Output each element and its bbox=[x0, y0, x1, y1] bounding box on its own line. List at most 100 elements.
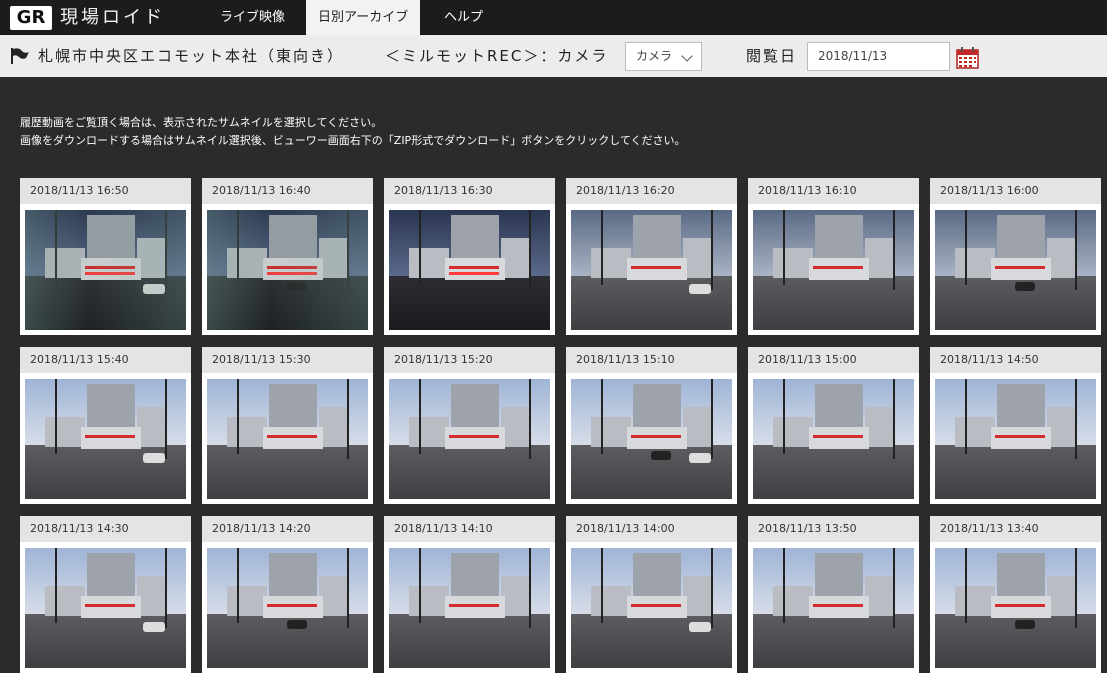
thumbnail-scene-shape bbox=[263, 596, 323, 618]
thumbnail-scene-shape bbox=[501, 576, 529, 616]
thumbnail-scene-shape bbox=[965, 379, 967, 454]
thumbnail-image[interactable] bbox=[753, 548, 914, 668]
thumbnail-card[interactable]: 2018/11/13 13:50 bbox=[748, 516, 919, 673]
thumbnail-image[interactable] bbox=[935, 210, 1096, 330]
thumbnail-scene-shape bbox=[591, 248, 631, 278]
thumbnail-scene-shape bbox=[995, 435, 1045, 438]
thumbnail-image[interactable] bbox=[571, 379, 732, 499]
thumbnail-image[interactable] bbox=[389, 210, 550, 330]
thumbnail-scene-shape bbox=[207, 210, 368, 330]
calendar-icon[interactable] bbox=[956, 47, 979, 69]
thumbnail-image[interactable] bbox=[389, 379, 550, 499]
thumbnail-scene-shape bbox=[651, 451, 671, 460]
thumbnail-scene-shape bbox=[601, 379, 603, 454]
thumbnail-scene-shape bbox=[809, 427, 869, 449]
thumbnail-card[interactable]: 2018/11/13 16:30 bbox=[384, 178, 555, 335]
thumbnail-image[interactable] bbox=[389, 548, 550, 668]
thumbnail-card[interactable]: 2018/11/13 15:40 bbox=[20, 347, 191, 504]
tab-help[interactable]: ヘルプ bbox=[432, 0, 495, 35]
thumbnail-scene-shape bbox=[389, 445, 550, 499]
thumbnail-card[interactable]: 2018/11/13 16:40 bbox=[202, 178, 373, 335]
thumbnail-card[interactable]: 2018/11/13 14:20 bbox=[202, 516, 373, 673]
thumbnail-image[interactable] bbox=[753, 379, 914, 499]
thumbnail-scene-shape bbox=[143, 453, 165, 463]
date-field[interactable]: 2018/11/13 bbox=[807, 42, 950, 71]
thumbnail-scene-shape bbox=[813, 604, 863, 607]
thumbnail-scene-shape bbox=[683, 576, 711, 616]
thumbnail-card[interactable]: 2018/11/13 14:10 bbox=[384, 516, 555, 673]
thumbnail-scene-shape bbox=[207, 445, 368, 499]
thumbnail-scene-shape bbox=[711, 548, 713, 628]
thumbnail-image[interactable] bbox=[571, 210, 732, 330]
thumbnail-image[interactable] bbox=[25, 548, 186, 668]
thumbnail-image[interactable] bbox=[207, 210, 368, 330]
thumbnail-image[interactable] bbox=[207, 379, 368, 499]
thumbnail-scene-shape bbox=[263, 427, 323, 449]
location-name: 札幌市中央区エコモット本社（東向き） bbox=[38, 47, 345, 65]
thumbnail-image[interactable] bbox=[571, 548, 732, 668]
thumbnail-scene-shape bbox=[773, 586, 813, 616]
thumbnail-scene-shape bbox=[683, 407, 711, 447]
thumbnail-card[interactable]: 2018/11/13 16:00 bbox=[930, 178, 1101, 335]
thumbnail-scene-shape bbox=[449, 266, 499, 269]
thumbnail-card[interactable]: 2018/11/13 13:40 bbox=[930, 516, 1101, 673]
thumbnail-scene-shape bbox=[753, 614, 914, 668]
thumbnail-scene-shape bbox=[991, 427, 1051, 449]
thumbnail-card[interactable]: 2018/11/13 14:00 bbox=[566, 516, 737, 673]
thumbnail-image[interactable] bbox=[935, 379, 1096, 499]
thumbnail-scene-shape bbox=[711, 379, 713, 459]
thumbnail-scene-shape bbox=[419, 548, 421, 623]
thumbnail-scene-shape bbox=[445, 258, 505, 280]
thumbnail-card[interactable]: 2018/11/13 14:30 bbox=[20, 516, 191, 673]
camera-label: ＜ミルモットREC＞：カメラ bbox=[385, 47, 609, 65]
thumbnail-scene-shape bbox=[81, 596, 141, 618]
thumbnail-scene-shape bbox=[995, 604, 1045, 607]
thumbnail-card[interactable]: 2018/11/13 14:50 bbox=[930, 347, 1101, 504]
instruction-line: 履歴動画をご覧頂く場合は、表示されたサムネイルを選択してください。 bbox=[20, 116, 383, 129]
thumbnail-scene-shape bbox=[773, 248, 813, 278]
thumbnail-scene-shape bbox=[955, 248, 995, 278]
thumbnail-scene-shape bbox=[449, 604, 499, 607]
camera-select-value: カメラ bbox=[636, 49, 673, 63]
thumbnail-image[interactable] bbox=[25, 379, 186, 499]
thumbnail-scene-shape bbox=[227, 417, 267, 447]
thumbnail-card[interactable]: 2018/11/13 15:30 bbox=[202, 347, 373, 504]
thumbnail-image[interactable] bbox=[25, 210, 186, 330]
thumbnail-image[interactable] bbox=[207, 548, 368, 668]
thumbnail-card[interactable]: 2018/11/13 15:00 bbox=[748, 347, 919, 504]
thumbnail-timestamp: 2018/11/13 16:30 bbox=[384, 178, 555, 204]
thumbnail-scene-shape bbox=[137, 407, 165, 447]
thumbnail-timestamp: 2018/11/13 13:50 bbox=[748, 516, 919, 542]
thumbnail-timestamp: 2018/11/13 14:20 bbox=[202, 516, 373, 542]
thumbnail-scene-shape bbox=[319, 407, 347, 447]
thumbnail-scene-shape bbox=[783, 548, 785, 623]
thumbnail-card[interactable]: 2018/11/13 16:10 bbox=[748, 178, 919, 335]
thumbnail-image[interactable] bbox=[935, 548, 1096, 668]
thumbnail-scene-shape bbox=[81, 427, 141, 449]
thumbnail-image[interactable] bbox=[753, 210, 914, 330]
thumbnail-scene-shape bbox=[319, 576, 347, 616]
tab-daily-archive[interactable]: 日別アーカイブ bbox=[306, 0, 421, 35]
thumbnail-scene-shape bbox=[85, 435, 135, 438]
thumbnail-timestamp: 2018/11/13 16:00 bbox=[930, 178, 1101, 204]
thumbnail-scene-shape bbox=[627, 258, 687, 280]
thumbnail-card[interactable]: 2018/11/13 15:10 bbox=[566, 347, 737, 504]
thumbnail-scene-shape bbox=[1047, 407, 1075, 447]
instruction-line: 画像をダウンロードする場合はサムネイル選択後、ビューワー画面右下の「ZIP形式で… bbox=[20, 134, 686, 147]
thumbnail-timestamp: 2018/11/13 16:50 bbox=[20, 178, 191, 204]
camera-select[interactable]: カメラ bbox=[625, 42, 702, 71]
top-navigation-bar: GR 現場ロイド ライブ映像 日別アーカイブ ヘルプ bbox=[0, 0, 1107, 35]
thumbnail-card[interactable]: 2018/11/13 16:20 bbox=[566, 178, 737, 335]
thumbnail-timestamp: 2018/11/13 16:40 bbox=[202, 178, 373, 204]
thumbnail-scene-shape bbox=[995, 266, 1045, 269]
tab-live-video[interactable]: ライブ映像 bbox=[208, 0, 297, 35]
thumbnail-scene-shape bbox=[1047, 576, 1075, 616]
thumbnail-scene-shape bbox=[965, 210, 967, 285]
thumbnail-scene-shape bbox=[1015, 620, 1035, 629]
thumbnail-scene-shape bbox=[689, 622, 711, 632]
thumbnail-timestamp: 2018/11/13 14:10 bbox=[384, 516, 555, 542]
thumbnail-scene-shape bbox=[865, 407, 893, 447]
thumbnail-timestamp: 2018/11/13 15:30 bbox=[202, 347, 373, 373]
thumbnail-card[interactable]: 2018/11/13 15:20 bbox=[384, 347, 555, 504]
thumbnail-card[interactable]: 2018/11/13 16:50 bbox=[20, 178, 191, 335]
